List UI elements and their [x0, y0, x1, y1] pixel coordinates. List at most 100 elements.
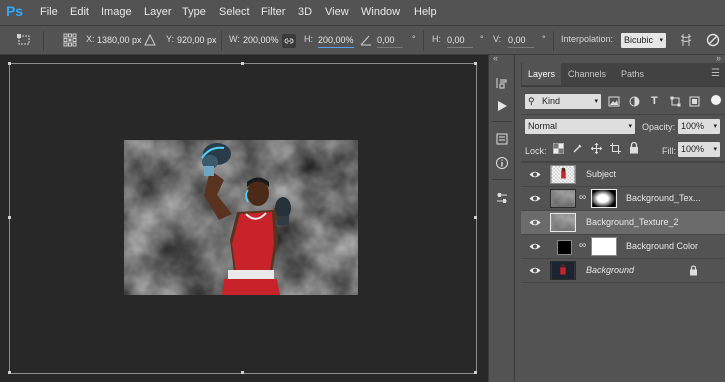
lock-artboard-icon[interactable] [610, 143, 621, 154]
boxer-photo [124, 140, 358, 295]
layer-row-background-texture[interactable]: ∞ Background_Tex... [521, 186, 725, 210]
x-field[interactable]: 1380,00 px [97, 34, 142, 47]
h-skew-label: H: [432, 34, 441, 44]
h-skew-field[interactable]: 0,00 [447, 34, 473, 48]
layer-row-subject[interactable]: Subject [521, 162, 725, 186]
v-skew-field[interactable]: 0,00 [508, 34, 534, 48]
cancel-transform-icon[interactable] [706, 33, 720, 47]
transform-handle[interactable] [474, 62, 477, 65]
play-actions-icon[interactable] [495, 99, 509, 113]
transform-handle[interactable] [8, 371, 11, 374]
tab-paths[interactable]: Paths [615, 63, 650, 85]
type-filter-icon[interactable]: T [651, 95, 658, 107]
collapse-dock-icon[interactable]: « [493, 53, 498, 63]
transform-handle[interactable] [474, 371, 477, 374]
v-skew-label: V: [493, 34, 502, 44]
lock-all-icon[interactable] [629, 142, 639, 154]
layer-row-background-color[interactable]: ∞ Background Color [521, 234, 725, 258]
warp-mode-icon[interactable] [679, 33, 693, 47]
properties-icon[interactable] [495, 132, 509, 146]
color-fill-swatch[interactable] [557, 240, 572, 255]
layer-mask-thumbnail[interactable] [591, 189, 617, 208]
layer-name: Subject [586, 169, 617, 179]
opacity-label: Opacity: [642, 122, 676, 132]
layer-mask-thumbnail[interactable] [591, 237, 617, 256]
layer-name: Background Color [626, 241, 699, 251]
menu-layer[interactable]: Layer [144, 0, 172, 25]
document-canvas[interactable] [0, 55, 488, 382]
menu-bar: Ps File Edit Image Layer Type Select Fil… [0, 0, 725, 25]
visibility-eye-icon[interactable] [529, 194, 541, 203]
adjustments-icon[interactable] [495, 191, 509, 205]
filter-toggle[interactable] [711, 95, 721, 105]
menu-type[interactable]: Type [182, 0, 206, 25]
layer-name: Background_Texture_2 [586, 217, 679, 227]
menu-filter[interactable]: Filter [261, 0, 285, 25]
expand-panel-icon[interactable]: » [716, 53, 721, 63]
delta-icon[interactable] [143, 33, 157, 47]
transform-handle[interactable] [8, 62, 11, 65]
w-field[interactable]: 200,00% [243, 34, 279, 47]
menu-image[interactable]: Image [101, 0, 132, 25]
visibility-eye-icon[interactable] [529, 266, 541, 275]
tab-layers[interactable]: Layers [522, 63, 562, 85]
menu-file[interactable]: File [40, 0, 58, 25]
opacity-field[interactable]: 100% ▾ [678, 119, 720, 134]
chevron-down-icon: ▾ [594, 98, 598, 105]
lock-label: Lock: [525, 146, 547, 156]
h-label: H: [304, 34, 313, 44]
lock-position-icon[interactable] [591, 143, 602, 154]
chevron-down-icon: ▾ [713, 123, 717, 130]
layer-row-background[interactable]: Background [521, 258, 725, 283]
transform-handle[interactable] [241, 371, 244, 374]
menu-help[interactable]: Help [414, 0, 437, 25]
h-field[interactable]: 200,00% [318, 34, 354, 48]
shape-filter-icon[interactable] [670, 96, 681, 107]
lock-transparent-icon[interactable] [553, 143, 564, 154]
y-field[interactable]: 920,00 px [177, 34, 217, 47]
visibility-eye-icon[interactable] [529, 218, 541, 227]
fill-field[interactable]: 100% ▾ [678, 142, 720, 157]
layer-name: Background [586, 265, 635, 275]
tab-channels[interactable]: Channels [562, 63, 612, 85]
layer-row-background-texture-2[interactable]: Background_Texture_2 [521, 210, 725, 234]
menu-window[interactable]: Window [361, 0, 400, 25]
blend-mode-select[interactable]: Normal ▾ [525, 119, 635, 134]
layers-panel: » Layers Channels Paths ☰ ⚲ Kind ▾ T Nor… [515, 53, 725, 382]
menu-3d[interactable]: 3D [298, 0, 312, 25]
w-label: W: [229, 34, 240, 44]
info-icon[interactable] [495, 156, 509, 170]
interpolation-label: Interpolation: [561, 34, 614, 44]
history-icon[interactable] [495, 76, 509, 90]
link-icon[interactable] [282, 34, 296, 48]
mask-link-icon[interactable]: ∞ [579, 240, 586, 251]
layer-thumbnail [550, 261, 576, 280]
visibility-eye-icon[interactable] [529, 242, 541, 251]
panel-menu-icon[interactable]: ☰ [711, 68, 720, 79]
menu-select[interactable]: Select [219, 0, 250, 25]
interpolation-select[interactable]: Bicubic ▾ [621, 33, 666, 48]
pixel-filter-icon[interactable] [608, 96, 620, 107]
transform-handle[interactable] [474, 216, 477, 219]
chevron-down-icon: ▾ [713, 146, 717, 153]
angle-field[interactable]: 0,00 [377, 34, 403, 48]
menu-view[interactable]: View [325, 0, 349, 25]
reference-point-icon[interactable] [63, 33, 77, 47]
lock-pixels-icon[interactable] [572, 143, 583, 154]
angle-icon[interactable] [359, 33, 373, 47]
smart-object-filter-icon[interactable] [689, 96, 700, 107]
mask-link-icon[interactable]: ∞ [579, 192, 586, 203]
angle-unit: ° [412, 34, 416, 44]
kind-filter-select[interactable]: ⚲ Kind ▾ [525, 94, 601, 109]
opacity-value: 100% [681, 121, 705, 131]
layer-thumbnail [550, 165, 576, 184]
visibility-eye-icon[interactable] [529, 170, 541, 179]
interpolation-value: Bicubic [624, 35, 654, 45]
adjustment-filter-icon[interactable] [629, 96, 640, 107]
search-icon: ⚲ [528, 96, 535, 106]
transform-handle[interactable] [8, 216, 11, 219]
transform-handle[interactable] [241, 62, 244, 65]
menu-edit[interactable]: Edit [70, 0, 89, 25]
y-label: Y: [166, 34, 175, 44]
transform-tool-icon[interactable] [17, 33, 31, 47]
